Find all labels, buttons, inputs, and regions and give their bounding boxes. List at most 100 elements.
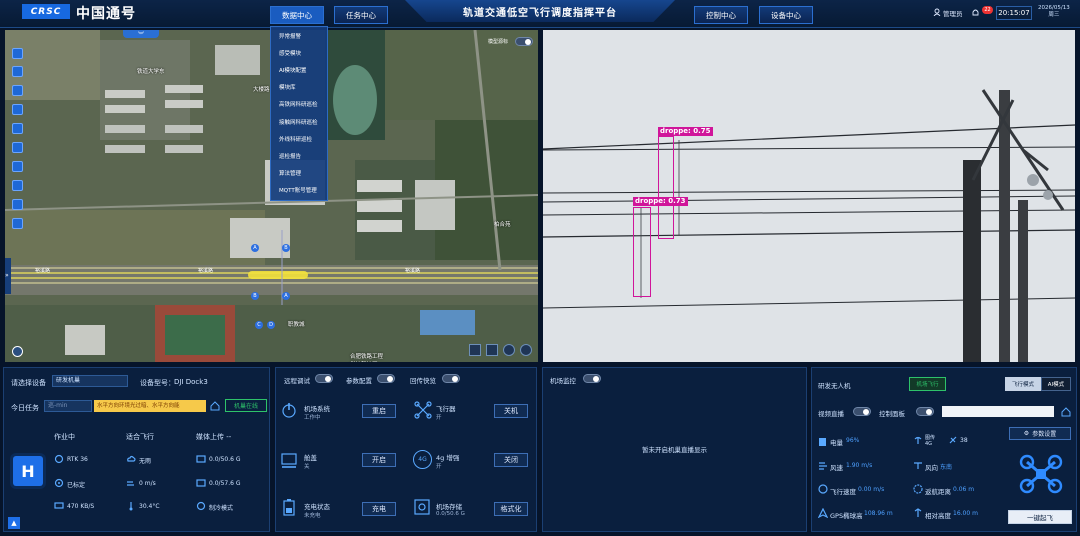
menu-item[interactable]: 巡检报告	[271, 147, 327, 164]
drone-panel: 研发无人机 机场飞行 飞行模式 AI模式 视频直播 控制面板 电量 96% 图传…	[811, 367, 1077, 532]
camera-icon[interactable]	[12, 199, 23, 210]
waypoint-marker[interactable]: B	[251, 292, 259, 300]
format-button[interactable]: 格式化	[494, 502, 528, 516]
fullscreen-icon[interactable]	[12, 161, 23, 172]
control-panel-toggle[interactable]	[916, 407, 934, 416]
disk-icon	[414, 499, 430, 515]
satellite-count: 38	[960, 437, 968, 444]
restart-button[interactable]: 重启	[362, 404, 396, 418]
open-hatch-button[interactable]: 开启	[362, 453, 396, 467]
flight-mode-tab[interactable]: 飞行模式	[1005, 377, 1041, 391]
waypoint-marker[interactable]: C	[255, 321, 263, 329]
route-icon[interactable]	[12, 142, 23, 153]
live-toggle[interactable]	[853, 407, 871, 416]
menu-item[interactable]: 异常报警	[271, 27, 327, 44]
waypoint-marker[interactable]: B	[282, 244, 290, 252]
menu-item[interactable]: 模块库	[271, 79, 327, 96]
charge-button[interactable]: 充电	[362, 502, 396, 516]
remote-debug-toggle[interactable]	[315, 374, 333, 383]
weekday: 周三	[1048, 12, 1060, 18]
drone-video-feed[interactable]: droppe: 0.75 droppe: 0.73	[543, 30, 1075, 362]
menu-item[interactable]: 外线科研巡检	[271, 130, 327, 147]
measure-icon[interactable]	[12, 85, 23, 96]
distance-label: 返航距离	[925, 488, 951, 496]
menu-item[interactable]: AI模块配置	[271, 61, 327, 78]
menu-item[interactable]: MQTT账号管理	[271, 182, 327, 199]
shutdown-button[interactable]: 关机	[494, 404, 528, 418]
home-icon[interactable]	[12, 218, 23, 229]
speed-label: 飞行速度	[830, 488, 856, 496]
waypoint-marker[interactable]: A	[251, 244, 259, 252]
map-place-label: 学校新校区	[350, 360, 378, 362]
power-icon	[282, 403, 296, 418]
wind-direction-icon	[914, 462, 922, 469]
device-select-value: 研发机巢	[56, 377, 81, 384]
wind-dir-value: 东南	[940, 464, 953, 471]
drone-icon[interactable]	[12, 180, 23, 191]
expand-side-handle[interactable]: »	[5, 258, 11, 294]
road-label: 裕溪路	[198, 268, 214, 274]
device-select[interactable]: 研发机巢	[52, 375, 128, 387]
nav-task-center[interactable]: 任务中心	[334, 6, 388, 24]
drone-view-icon[interactable]	[486, 344, 498, 356]
takeoff-button[interactable]: 一键起飞	[1008, 510, 1072, 524]
menu-item[interactable]: 接触网科研巡检	[271, 113, 327, 130]
home-icon[interactable]	[1061, 407, 1071, 417]
nav-data-center[interactable]: 数据中心	[270, 6, 324, 24]
locate-icon[interactable]	[503, 344, 515, 356]
layers-icon[interactable]	[12, 48, 23, 59]
user-icon[interactable]	[933, 8, 941, 16]
close-4g-button[interactable]: 关闭	[494, 453, 528, 467]
menu-item[interactable]: 高铁网科研巡检	[271, 96, 327, 113]
collapse-handle[interactable]: ︾	[123, 30, 159, 39]
menu-item[interactable]: 感受模块	[271, 44, 327, 61]
map-place-label: 大楼路	[253, 87, 270, 93]
thermometer-icon	[129, 502, 133, 511]
return-icon	[913, 484, 923, 494]
control-panel-field[interactable]	[942, 406, 1054, 417]
stat-value: 无雨	[139, 458, 152, 465]
storage-icon	[196, 479, 206, 487]
search-icon[interactable]	[12, 66, 23, 77]
task-input[interactable]: 巡-min	[44, 400, 92, 412]
waypoint-marker[interactable]: D	[267, 321, 275, 329]
quadcopter-icon	[1019, 454, 1063, 494]
compass-icon[interactable]	[12, 346, 23, 357]
preview-toggle[interactable]	[442, 374, 460, 383]
ai-mode-tab[interactable]: AI模式	[1041, 377, 1071, 391]
nav-control-center[interactable]: 控制中心	[694, 6, 748, 24]
gps-icon	[818, 508, 828, 518]
param-config-toggle[interactable]	[377, 374, 395, 383]
menu-item[interactable]: 算法管理	[271, 165, 327, 182]
expand-up-icon[interactable]: ▲	[8, 517, 20, 529]
gps-label: GPS椭球高	[830, 512, 863, 520]
monitor-empty-text: 暂未开启机巢直播显示	[642, 446, 707, 454]
home-icon[interactable]	[210, 401, 220, 411]
wind-icon	[127, 481, 134, 486]
gear-icon: ⚙	[1023, 430, 1030, 437]
grid-icon[interactable]	[469, 344, 481, 356]
waypoint-marker[interactable]: A	[282, 292, 290, 300]
wind-speed-icon	[819, 462, 827, 470]
online-status: 机巢在线	[225, 399, 267, 412]
map-place-label: 铁道大学东	[137, 69, 165, 75]
rel-height-label: 相对高度	[925, 512, 951, 520]
bell-icon[interactable]	[971, 8, 980, 17]
user-name[interactable]: 管理员	[943, 8, 963, 18]
control-status: 未充电	[304, 513, 321, 519]
stat-value: 0.0/57.6 G	[209, 480, 241, 487]
location-icon[interactable]	[12, 104, 23, 115]
col-header: 作业中	[54, 433, 75, 441]
platform-title: 轨道交通低空飞行调度指挥平台	[405, 0, 675, 22]
wind-dir-label: 风向	[925, 464, 938, 472]
settings-icon[interactable]	[12, 123, 23, 134]
road-label: 裕溪路	[35, 268, 51, 274]
nav-device-center[interactable]: 设备中心	[759, 6, 813, 24]
monitor-toggle[interactable]	[583, 374, 601, 383]
target-icon[interactable]	[520, 344, 532, 356]
map-overlay-toggle[interactable]	[515, 37, 533, 46]
model-label: 设备型号：	[140, 379, 175, 387]
date: 2026/05/13	[1038, 5, 1070, 11]
params-button[interactable]: ⚙ 参数设置	[1009, 427, 1071, 440]
control-status: 工作中	[304, 415, 321, 421]
